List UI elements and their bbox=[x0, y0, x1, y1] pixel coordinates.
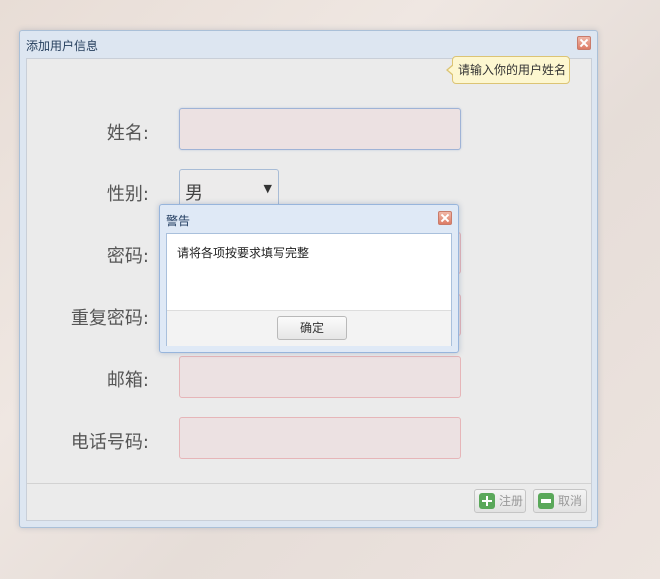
alert-dialog: 警告 请将各项按要求填写完整 确定 bbox=[159, 204, 459, 353]
phone-input[interactable] bbox=[179, 417, 461, 459]
ok-button[interactable]: 确定 bbox=[277, 316, 347, 340]
window-close-icon[interactable] bbox=[577, 36, 591, 50]
cancel-label: 取消 bbox=[558, 494, 583, 508]
name-label: 姓名: bbox=[106, 123, 149, 144]
register-label: 注册 bbox=[499, 494, 524, 508]
repeat-password-label: 重复密码: bbox=[70, 308, 149, 329]
gender-label: 性别: bbox=[106, 184, 149, 205]
add-icon bbox=[479, 493, 495, 509]
alert-title: 警告 bbox=[166, 214, 191, 228]
phone-label: 电话号码: bbox=[70, 432, 149, 453]
name-tooltip: 请输入你的用户姓名 bbox=[446, 56, 570, 84]
alert-message: 请将各项按要求填写完整 bbox=[177, 246, 310, 260]
remove-icon bbox=[538, 493, 554, 509]
gender-select-value: 男 bbox=[185, 183, 203, 204]
alert-body: 请将各项按要求填写完整 确定 bbox=[166, 233, 452, 346]
register-button[interactable]: 注册 bbox=[474, 489, 526, 513]
alert-close-icon[interactable] bbox=[438, 211, 452, 225]
name-input[interactable] bbox=[179, 108, 461, 150]
email-label: 邮箱: bbox=[106, 370, 149, 391]
dropdown-arrow-icon: ▼ bbox=[263, 182, 272, 195]
form-footer: 注册 取消 bbox=[27, 483, 591, 520]
alert-footer: 确定 bbox=[167, 310, 451, 346]
window-title: 添加用户信息 bbox=[26, 39, 99, 53]
password-label: 密码: bbox=[106, 246, 149, 267]
email-input[interactable] bbox=[179, 356, 461, 398]
cancel-button[interactable]: 取消 bbox=[533, 489, 587, 513]
